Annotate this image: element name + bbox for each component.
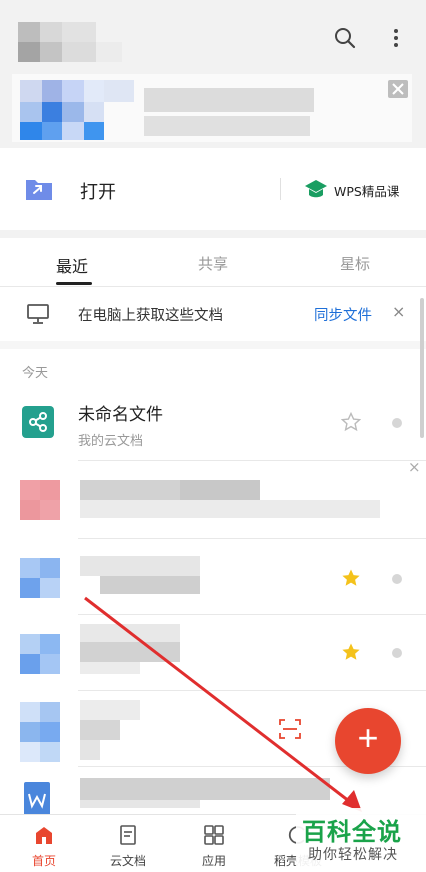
- nav-home[interactable]: 首页: [14, 818, 74, 872]
- watermark-title: 百科全说: [302, 818, 402, 846]
- document-icon: [117, 824, 139, 846]
- file-status-dot[interactable]: [392, 418, 402, 428]
- banner-ad[interactable]: [12, 74, 412, 142]
- nav-home-label: 首页: [31, 854, 56, 868]
- banner-close-button[interactable]: [388, 80, 408, 98]
- star-outline-icon[interactable]: [340, 411, 362, 432]
- nav-cloud-docs[interactable]: 云文档: [98, 818, 158, 872]
- user-avatar-blurred[interactable]: [18, 22, 122, 62]
- tab-starred[interactable]: 星标: [284, 238, 426, 286]
- watermark-subtitle: 助你轻松解决: [308, 847, 398, 863]
- file-name: 未命名文件: [78, 405, 163, 425]
- nav-cloud-docs-label: 云文档: [109, 854, 146, 868]
- blurred-file-icon: [20, 634, 60, 674]
- file-status-dot[interactable]: [392, 574, 402, 584]
- tab-starred-label: 星标: [340, 255, 371, 273]
- sync-banner[interactable]: 在电脑上获取这些文档 同步文件 ×: [0, 287, 426, 341]
- wps-course-label: WPS精品课: [334, 184, 400, 199]
- blurred-file-name: [80, 480, 380, 520]
- tab-recent-label: 最近: [56, 257, 89, 276]
- row-divider: [78, 538, 426, 539]
- share-file-icon: [22, 406, 54, 438]
- nav-apps-label: 应用: [201, 854, 226, 868]
- quick-actions-divider: [280, 178, 281, 200]
- star-filled-icon[interactable]: [341, 568, 361, 588]
- folder-open-icon: [24, 176, 54, 202]
- section-gap: [0, 341, 426, 349]
- more-vert-icon[interactable]: [384, 26, 408, 50]
- nav-apps[interactable]: 应用: [184, 818, 244, 872]
- open-label: 打开: [80, 182, 116, 203]
- sync-banner-text: 在电脑上获取这些文档: [78, 308, 223, 324]
- apps-grid-icon: [203, 824, 225, 846]
- file-location: 我的云文档: [78, 434, 144, 449]
- wps-course-button[interactable]: WPS精品课: [296, 148, 426, 230]
- blurred-file-icon: [20, 480, 60, 520]
- header-bar: [0, 0, 426, 70]
- blurred-file-icon: [20, 702, 60, 762]
- row-divider: [78, 460, 426, 461]
- tab-recent[interactable]: 最近: [0, 238, 142, 286]
- tab-shared[interactable]: 共享: [142, 238, 284, 286]
- annotation-arrow: [84, 596, 362, 812]
- sync-banner-close[interactable]: ×: [392, 302, 405, 321]
- desktop-monitor-icon: [26, 303, 50, 325]
- section-today-label: 今天: [22, 366, 49, 381]
- file-row-untitled[interactable]: 未命名文件 我的云文档: [0, 388, 426, 460]
- graduation-cap-icon: [304, 178, 328, 200]
- open-button[interactable]: 打开: [0, 148, 280, 230]
- word-doc-icon: [24, 782, 50, 818]
- tab-shared-label: 共享: [198, 255, 229, 273]
- banner-ad-image: [20, 80, 320, 140]
- watermark: 百科全说 助你轻松解决: [296, 808, 426, 872]
- search-icon[interactable]: [333, 26, 357, 50]
- blurred-file-icon: [20, 558, 60, 598]
- tab-recent-indicator: [56, 282, 92, 285]
- file-status-dot[interactable]: [392, 648, 402, 658]
- quick-actions-card: 打开 WPS精品课: [0, 148, 426, 230]
- home-icon: [33, 824, 55, 846]
- sync-files-link[interactable]: 同步文件: [314, 304, 372, 325]
- blurred-file-row-1[interactable]: ×: [0, 458, 426, 536]
- scrollbar[interactable]: [420, 298, 424, 438]
- overlay-close-button[interactable]: ×: [408, 458, 421, 476]
